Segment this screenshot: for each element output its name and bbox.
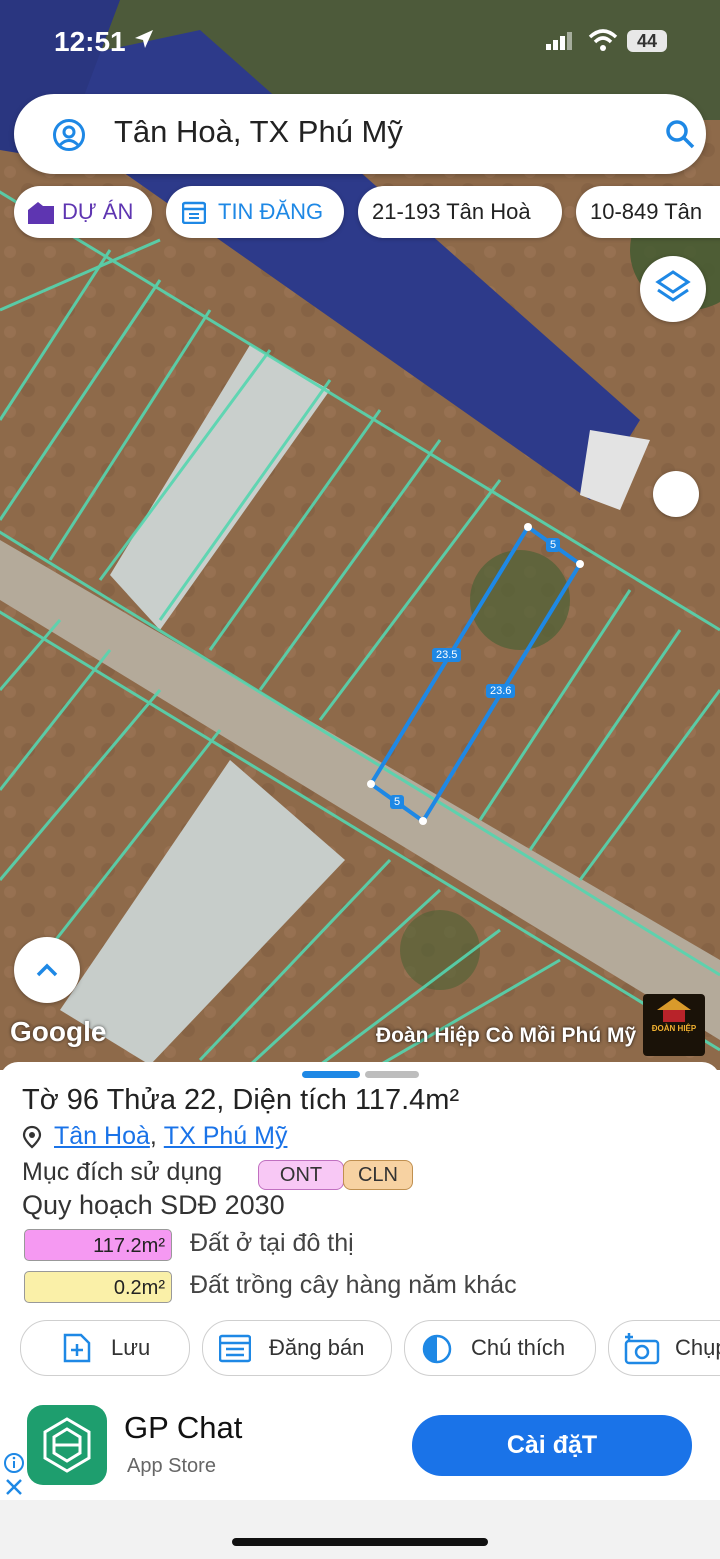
map-view[interactable]: 5 23.5 23.6 5 12:51 44 Tân Hoà, TX Phú M… — [0, 0, 720, 1070]
tag-cln: CLN — [343, 1160, 413, 1190]
edge-label-left: 23.5 — [432, 648, 462, 662]
status-bar: 12:51 44 — [0, 0, 720, 80]
temple-icon — [657, 998, 691, 1022]
map-pin-icon — [22, 1125, 42, 1149]
hexagon-logo-icon — [43, 1417, 91, 1473]
legend-button[interactable]: Chú thích — [404, 1320, 596, 1376]
signal-icon — [546, 32, 572, 50]
expand-up-button[interactable] — [14, 937, 80, 1003]
ad-app-name[interactable]: GP Chat — [124, 1410, 242, 1446]
chip-location-2[interactable]: 10-849 Tân — [576, 186, 720, 238]
user-icon[interactable] — [52, 118, 86, 152]
chip-tin-dang-label: TIN ĐĂNG — [218, 199, 324, 224]
chip-location-1[interactable]: 21-193 Tân Hoà — [358, 186, 562, 238]
ad-banner[interactable]: GP Chat App Store Cài đặT — [0, 1400, 720, 1500]
layers-button[interactable] — [640, 256, 706, 322]
google-logo: Google — [10, 1016, 107, 1047]
edge-label-bottom: 5 — [390, 795, 405, 809]
tag-ont: ONT — [258, 1160, 344, 1190]
post-sale-label: Đăng bán — [269, 1335, 365, 1360]
zone-label-residential: Đất ở tại đô thị — [190, 1229, 354, 1257]
parcel-info-sheet[interactable]: Tờ 96 Thửa 22, Diện tích 117.4m² Tân Hoà… — [0, 1062, 720, 1402]
chip-du-an[interactable]: DỰ ÁN — [14, 186, 152, 238]
status-time: 12:51 — [54, 26, 126, 57]
district-link[interactable]: TX Phú Mỹ — [164, 1122, 288, 1150]
map-handle-button[interactable] — [653, 471, 699, 517]
home-indicator[interactable] — [232, 1538, 488, 1546]
wifi-icon — [588, 29, 618, 51]
battery-indicator: 44 — [627, 30, 667, 52]
zone-area-annual-crops: 0.2m² — [24, 1271, 172, 1303]
layers-icon — [655, 270, 691, 302]
watermark-logo-text: ĐOÀN HIỆP — [651, 1024, 697, 1033]
watermark-logo: ĐOÀN HIỆP — [643, 994, 705, 1056]
app-icon[interactable] — [27, 1405, 107, 1485]
sheet-handle-active[interactable] — [302, 1071, 360, 1078]
sheet-handle[interactable] — [365, 1071, 419, 1078]
search-icon[interactable] — [664, 118, 696, 150]
ward-link[interactable]: Tân Hoà — [54, 1122, 150, 1150]
chip-tin-dang[interactable]: TIN ĐĂNG — [166, 186, 344, 238]
close-icon[interactable] — [5, 1478, 23, 1496]
edge-label-right: 23.6 — [486, 684, 516, 698]
filter-chips: DỰ ÁN TIN ĐĂNG 21-193 Tân Hoà 10-849 Tân — [0, 186, 720, 242]
add-document-icon — [63, 1333, 91, 1363]
chip-location-1-label: 21-193 Tân Hoà — [372, 199, 531, 224]
chip-du-an-label: DỰ ÁN — [62, 199, 134, 224]
zone-area-residential: 117.2m² — [24, 1229, 172, 1261]
location-arrow-icon — [135, 30, 153, 48]
post-sale-button[interactable]: Đăng bán — [202, 1320, 392, 1376]
plan-title: Quy hoạch SDĐ 2030 — [22, 1190, 285, 1220]
save-label: Lưu — [111, 1335, 151, 1360]
parcel-title: Tờ 96 Thửa 22, Diện tích 117.4m² — [22, 1084, 460, 1116]
install-button[interactable]: Cài đặT — [412, 1415, 692, 1476]
calendar-icon — [219, 1334, 251, 1363]
camera-icon — [624, 1333, 660, 1365]
chip-location-2-label: 10-849 Tân — [590, 199, 703, 224]
zone-label-annual-crops: Đất trồng cây hàng năm khác — [190, 1271, 517, 1299]
watermark-text: Đoàn Hiệp Cò Mồi Phú Mỹ — [376, 1024, 637, 1047]
bottom-bar — [0, 1500, 720, 1559]
search-bar[interactable]: Tân Hoà, TX Phú Mỹ — [14, 94, 706, 174]
building-icon — [28, 202, 54, 224]
address-separator: , — [149, 1122, 164, 1150]
edge-label-top: 5 — [546, 538, 561, 552]
legend-label: Chú thích — [471, 1335, 566, 1360]
info-icon[interactable] — [3, 1452, 25, 1474]
chevron-up-icon — [36, 963, 58, 977]
land-use-purpose: Mục đích sử dụng ONT CLN — [22, 1158, 413, 1190]
search-input[interactable]: Tân Hoà, TX Phú Mỹ — [114, 114, 403, 150]
capture-label: Chụp — [675, 1335, 720, 1360]
address-line[interactable]: Tân Hoà, TX Phú Mỹ — [54, 1122, 287, 1151]
calendar-icon — [182, 201, 206, 224]
purpose-label: Mục đích sử dụng — [22, 1158, 223, 1186]
half-circle-icon — [422, 1334, 452, 1364]
ad-store-label: App Store — [127, 1455, 216, 1477]
save-button[interactable]: Lưu — [20, 1320, 190, 1376]
capture-button[interactable]: Chụp — [608, 1320, 720, 1376]
